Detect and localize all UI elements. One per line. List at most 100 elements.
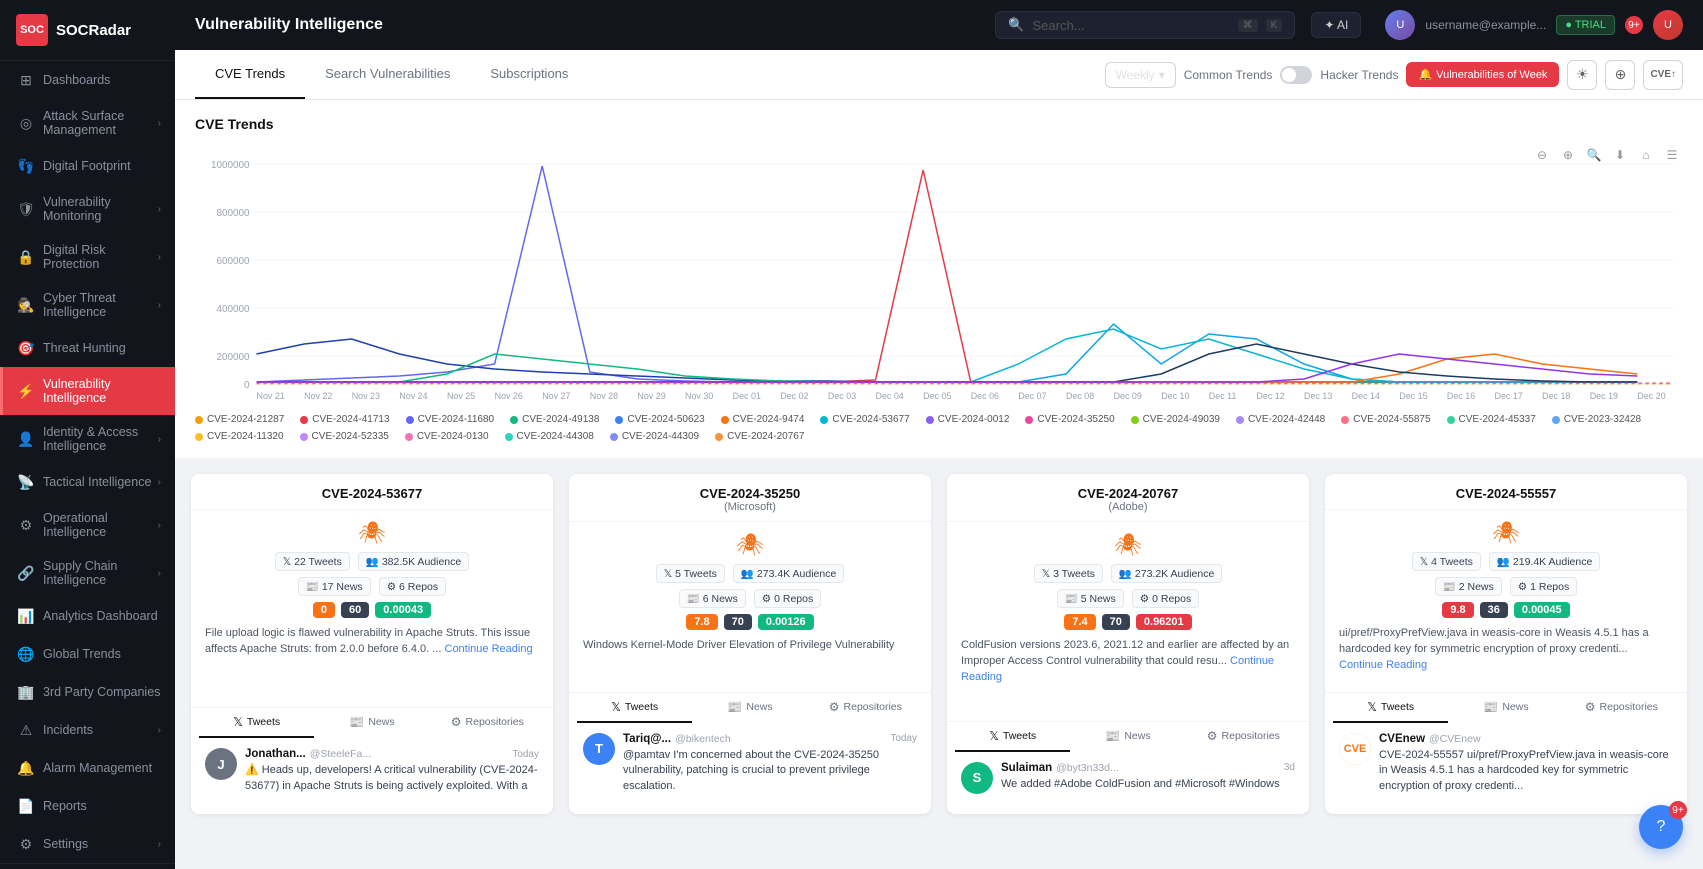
svg-text:Nov 25: Nov 25 (447, 391, 475, 401)
card-tab-tweets[interactable]: 𝕏 Tweets (199, 708, 314, 738)
sidebar-item-vulnerability-monitoring[interactable]: 🛡 Vulnerability Monitoring › (0, 185, 175, 233)
vuln-week-button[interactable]: 🔔 Vulnerabilities of Week (1406, 62, 1559, 87)
score-cvss: 9.8 (1442, 602, 1473, 618)
sidebar-item-vulnerability-intelligence[interactable]: ⚡ Vulnerability Intelligence (0, 367, 175, 415)
card-tab-tweets[interactable]: 𝕏 Tweets (1333, 693, 1448, 723)
legend-item: CVE-2024-49039 (1131, 414, 1220, 425)
tweet-list: T Tariq@... @bikentech Today @pamtav I'm… (569, 723, 931, 814)
sidebar-item-digital-risk[interactable]: 🔒 Digital Risk Protection › (0, 233, 175, 281)
cards-section: CVE-2024-53677 🕷 𝕏 22 Tweets 👥 382.5K Au… (175, 458, 1703, 830)
tweet-text: ⚠️ Heads up, developers! A critical vuln… (245, 763, 539, 794)
plus-icon-btn[interactable]: ⊕ (1605, 60, 1635, 90)
search-box[interactable]: 🔍 ⌘ K (995, 11, 1295, 39)
trial-status[interactable]: ● TRIAL (1556, 15, 1615, 35)
legend-dot (406, 416, 414, 424)
legend-item: CVE-2023-32428 (1552, 414, 1641, 425)
tab-subscriptions[interactable]: Subscriptions (470, 50, 588, 99)
sidebar-icon-incidents: ⚠ (17, 721, 35, 739)
sidebar-item-global-trends[interactable]: 🌐 Global Trends (0, 635, 175, 673)
card-tab-tweets[interactable]: 𝕏 Tweets (955, 722, 1070, 752)
sidebar-item-settings[interactable]: ⚙ Settings › (0, 825, 175, 863)
card-tab-news[interactable]: 📰 News (692, 693, 807, 723)
continue-reading[interactable]: Continue Reading (1339, 659, 1427, 671)
sidebar-item-attack-surface[interactable]: ◎ Attack Surface Management › (0, 99, 175, 147)
card-tab-news[interactable]: 📰 News (1448, 693, 1563, 723)
score-cvss: 7.4 (1064, 614, 1095, 630)
sidebar-item-company-settings[interactable]: 🏠 Company Settings (0, 864, 175, 869)
sidebar-item-3rd-party[interactable]: 🏢 3rd Party Companies (0, 673, 175, 711)
sidebar-nav: ⊞ Dashboards ◎ Attack Surface Management… (0, 61, 175, 863)
card-tab-news[interactable]: 📰 News (314, 708, 429, 738)
user-avatar[interactable]: U (1385, 10, 1415, 40)
news-icon: 📰 (349, 715, 364, 729)
home-btn[interactable]: ⌂ (1635, 144, 1657, 166)
search-chart-btn[interactable]: 🔍 (1583, 144, 1605, 166)
common-trends-toggle[interactable] (1280, 66, 1312, 84)
sidebar-item-tactical[interactable]: 📡 Tactical Intelligence › (0, 463, 175, 501)
user-avatar-2[interactable]: U (1653, 10, 1683, 40)
sidebar-item-supply-chain[interactable]: 🔗 Supply Chain Intelligence › (0, 549, 175, 597)
x-icon: 𝕏 (611, 700, 621, 714)
legend-item: CVE-2024-45337 (1447, 414, 1536, 425)
ai-button[interactable]: ✦ AI (1311, 12, 1361, 38)
hacker-trends-label: Hacker Trends (1320, 68, 1398, 82)
card-tab-tweets[interactable]: 𝕏 Tweets (577, 693, 692, 723)
search-input[interactable] (1033, 18, 1230, 33)
sidebar-item-reports[interactable]: 📄 Reports (0, 787, 175, 825)
notification-badge[interactable]: 9+ (1625, 16, 1643, 34)
card-tab-repos[interactable]: ⚙ Repositories (1186, 722, 1301, 752)
vuln-week-label: Vulnerabilities of Week (1436, 69, 1547, 81)
username: username@example... (1425, 18, 1546, 32)
tweets-stat: 𝕏 5 Tweets (656, 564, 725, 583)
tab-cve-trends[interactable]: CVE Trends (195, 50, 305, 99)
chart-legend: CVE-2024-21287CVE-2024-41713CVE-2024-116… (195, 414, 1683, 442)
continue-reading[interactable]: Continue Reading (961, 655, 1274, 683)
svg-text:Dec 14: Dec 14 (1352, 391, 1380, 401)
tweet-list: CVE CVEnew @CVEnew CVE-2024-55557 ui/pre… (1325, 723, 1687, 814)
menu-btn[interactable]: ☰ (1661, 144, 1683, 166)
sidebar-item-incidents[interactable]: ⚠ Incidents › (0, 711, 175, 749)
support-button[interactable]: ? 9+ (1639, 805, 1683, 849)
sidebar-item-analytics[interactable]: 📊 Analytics Dashboard (0, 597, 175, 635)
cve-icon-btn[interactable]: CVE↑ (1643, 60, 1683, 90)
card-tab-news[interactable]: 📰 News (1070, 722, 1185, 752)
stats-row: 𝕏 3 Tweets 👥 273.2K Audience (961, 564, 1295, 583)
sidebar-icon-digital-risk: 🔒 (17, 248, 35, 266)
legend-dot (1025, 416, 1033, 424)
sidebar-item-identity-access[interactable]: 👤 Identity & Access Intelligence › (0, 415, 175, 463)
tweet-handle: @CVEnew (1429, 733, 1481, 745)
svg-text:Nov 24: Nov 24 (399, 391, 427, 401)
sidebar-item-dashboards[interactable]: ⊞ Dashboards (0, 61, 175, 99)
period-select[interactable]: Weekly ▾ (1105, 62, 1176, 88)
sidebar-icon-analytics: 📊 (17, 607, 35, 625)
sidebar-item-alarm[interactable]: 🔔 Alarm Management (0, 749, 175, 787)
news-stat: 📰 17 News (298, 577, 371, 596)
tweet-text: @pamtav I'm concerned about the CVE-2024… (623, 748, 917, 794)
sidebar-item-cyber-threat[interactable]: 🕵 Cyber Threat Intelligence › (0, 281, 175, 329)
sidebar-item-threat-hunting[interactable]: 🎯 Threat Hunting (0, 329, 175, 367)
sidebar-item-operational[interactable]: ⚙ Operational Intelligence › (0, 501, 175, 549)
cve-card-vendor: (Microsoft) (583, 501, 917, 513)
legend-item: CVE-2024-44308 (505, 431, 594, 442)
download-btn[interactable]: ⬇ (1609, 144, 1631, 166)
legend-item: CVE-2024-11680 (406, 414, 495, 425)
zoom-in-btn[interactable]: ⊕ (1557, 144, 1579, 166)
sun-icon-btn[interactable]: ☀ (1567, 60, 1597, 90)
card-tab-repos[interactable]: ⚙ Repositories (808, 693, 923, 723)
card-tab-repos[interactable]: ⚙ Repositories (430, 708, 545, 738)
sidebar-item-digital-footprint[interactable]: 👣 Digital Footprint (0, 147, 175, 185)
score-badges: 7.4 70 0.96201 (961, 614, 1295, 630)
tweet-handle: @bikentech (675, 733, 731, 745)
news-icon: 📰 (1483, 700, 1498, 714)
cve-trend-chart: 1000000 800000 600000 400000 200000 0 No… (195, 144, 1683, 404)
tab-search-vuln[interactable]: Search Vulnerabilities (305, 50, 470, 99)
sidebar-icon-supply-chain: 🔗 (17, 564, 35, 582)
cve-card-id: CVE-2024-55557 (1339, 486, 1673, 501)
legend-label: CVE-2024-0130 (417, 431, 489, 442)
card-tab-repos[interactable]: ⚙ Repositories (1564, 693, 1679, 723)
legend-label: CVE-2024-49039 (1143, 414, 1220, 425)
tweets-stat: 𝕏 22 Tweets (275, 552, 350, 571)
stats-row: 𝕏 5 Tweets 👥 273.4K Audience (583, 564, 917, 583)
continue-reading[interactable]: Continue Reading (445, 643, 533, 655)
zoom-out-btn[interactable]: ⊖ (1531, 144, 1553, 166)
